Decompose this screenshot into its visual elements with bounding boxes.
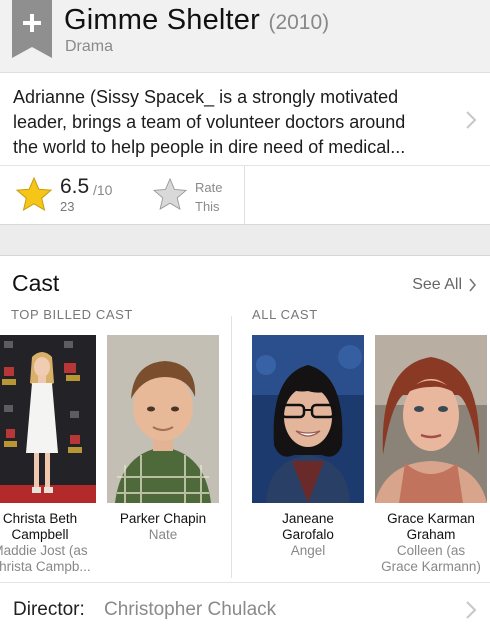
- character-name: Angel: [290, 543, 326, 558]
- character-name: Colleen (as Grace Karmann): [381, 543, 481, 574]
- cast-section: Cast See All TOP BILLED CAST ALL CAST Ch…: [0, 256, 490, 582]
- title-row: Gimme Shelter (2010): [64, 4, 329, 37]
- see-all-link[interactable]: See All: [412, 276, 462, 294]
- actor-name: Christa Beth Campbell: [2, 511, 78, 542]
- title-header: Gimme Shelter (2010) Drama: [0, 0, 490, 72]
- character-name: Maddie Jost (as Christa Campb...: [0, 543, 91, 574]
- plot-text: Adrianne (Sissy Spacek_ is a strongly mo…: [13, 87, 406, 157]
- chevron-right-icon: [469, 278, 477, 292]
- director-label: Director:: [13, 599, 85, 620]
- rate-this-label: Rate This: [195, 180, 223, 214]
- cast-card[interactable]: Parker Chapin Nate: [107, 335, 219, 543]
- cast-photo: [375, 335, 487, 503]
- movie-genre: Drama: [65, 38, 114, 55]
- director-name: Christopher Chulack: [104, 599, 277, 620]
- actor-name: Parker Chapin: [119, 511, 207, 526]
- star-filled-icon: [16, 177, 52, 211]
- cast-card[interactable]: Christa Beth Campbell Maddie Jost (as Ch…: [0, 335, 96, 575]
- cast-photo: [107, 335, 219, 503]
- director-row[interactable]: Director: Christopher Chulack: [0, 582, 490, 635]
- actor-name: Grace Karman Graham: [387, 511, 475, 542]
- top-billed-label: TOP BILLED CAST: [11, 307, 133, 322]
- rating-value: 6.5: [60, 175, 90, 198]
- rating-bar: 6.5 /10 23 Rate This: [0, 166, 490, 225]
- plot-summary[interactable]: Adrianne (Sissy Spacek_ is a strongly mo…: [0, 72, 490, 166]
- movie-year: (2010): [268, 11, 330, 34]
- chevron-right-icon: [466, 111, 477, 129]
- character-name: Nate: [148, 527, 178, 542]
- movie-title: Gimme Shelter: [64, 4, 260, 36]
- star-outline-icon: [153, 178, 187, 210]
- cast-photo: [252, 335, 364, 503]
- section-gap: [0, 225, 490, 256]
- cast-heading: Cast: [12, 270, 60, 296]
- add-to-watchlist-icon[interactable]: [12, 0, 52, 58]
- divider: [244, 166, 245, 225]
- rating-votes: 23: [60, 199, 75, 214]
- divider: [231, 316, 232, 578]
- chevron-right-icon: [466, 601, 477, 619]
- cast-card[interactable]: Grace Karman Graham Colleen (as Grace Ka…: [375, 335, 487, 575]
- actor-name: Janeane Garofalo: [282, 511, 334, 542]
- rating-max: /10: [93, 182, 113, 198]
- cast-card[interactable]: Janeane Garofalo Angel: [252, 335, 364, 559]
- all-cast-label: ALL CAST: [252, 307, 318, 322]
- cast-photo: [0, 335, 96, 503]
